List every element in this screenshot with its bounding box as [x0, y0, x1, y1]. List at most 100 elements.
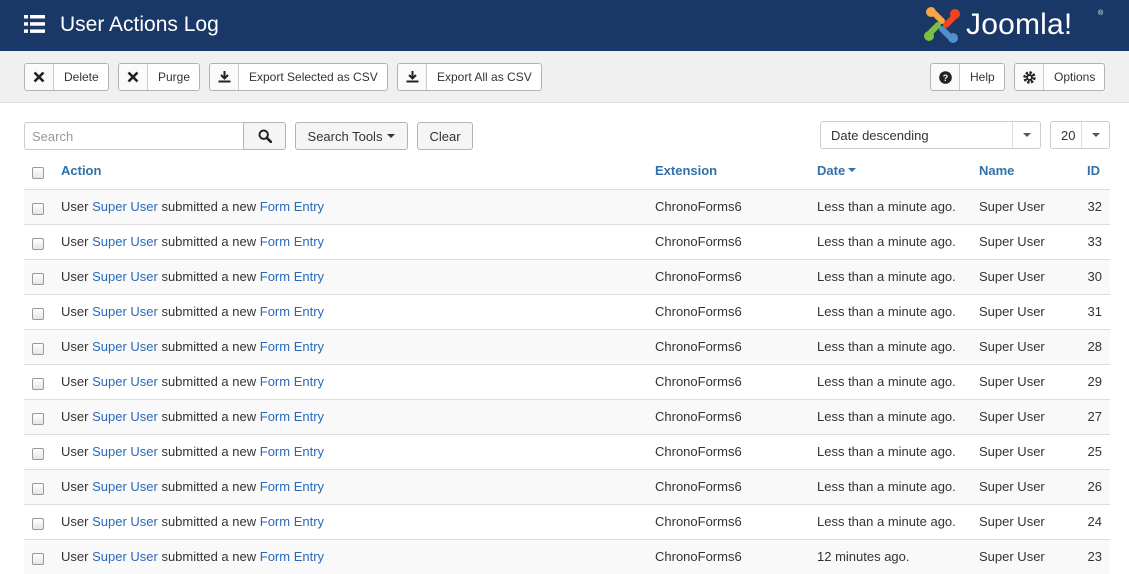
action-prefix: User: [61, 514, 89, 529]
id-cell: 30: [1087, 269, 1102, 284]
id-cell: 26: [1087, 479, 1102, 494]
id-cell: 27: [1087, 409, 1102, 424]
action-verb: submitted a new: [161, 444, 257, 459]
user-link[interactable]: Super User: [92, 199, 158, 214]
id-cell: 23: [1087, 549, 1102, 564]
date-cell: Less than a minute ago.: [817, 444, 956, 459]
action-cell: User Super User submitted a new Form Ent…: [61, 190, 324, 225]
column-header-date-label: Date: [817, 163, 846, 178]
row-checkbox[interactable]: [32, 413, 44, 425]
action-verb: submitted a new: [161, 269, 257, 284]
header-bar: User Actions Log Joomla! ®: [0, 0, 1129, 51]
row-checkbox[interactable]: [32, 518, 44, 530]
ordering-select[interactable]: Date descending: [820, 121, 1041, 149]
options-button[interactable]: Options: [1014, 63, 1106, 91]
export-all-csv-button[interactable]: Export All as CSV: [397, 63, 542, 91]
table-header: Action Extension Date Name ID: [24, 153, 1110, 189]
svg-text:?: ?: [942, 73, 948, 83]
row-checkbox[interactable]: [32, 308, 44, 320]
user-link[interactable]: Super User: [92, 409, 158, 424]
sort-desc-icon: [848, 167, 857, 172]
check-all-checkbox[interactable]: [32, 167, 44, 179]
extension-cell: ChronoForms6: [655, 269, 742, 284]
action-verb: submitted a new: [161, 304, 257, 319]
item-link[interactable]: Form Entry: [260, 374, 324, 389]
row-checkbox[interactable]: [32, 553, 44, 565]
row-checkbox[interactable]: [32, 273, 44, 285]
item-link[interactable]: Form Entry: [260, 269, 324, 284]
item-link[interactable]: Form Entry: [260, 514, 324, 529]
action-logs-table: Action Extension Date Name ID User Super…: [24, 153, 1110, 574]
column-header-date[interactable]: Date: [817, 153, 857, 189]
id-cell: 28: [1087, 339, 1102, 354]
row-checkbox[interactable]: [32, 238, 44, 250]
extension-cell: ChronoForms6: [655, 409, 742, 424]
search-input[interactable]: [24, 122, 244, 150]
purge-button[interactable]: Purge: [118, 63, 201, 91]
id-cell: 25: [1087, 444, 1102, 459]
help-button[interactable]: ? Help: [930, 63, 1005, 91]
row-checkbox[interactable]: [32, 343, 44, 355]
column-header-action[interactable]: Action: [61, 153, 101, 189]
row-checkbox[interactable]: [32, 448, 44, 460]
extension-cell: ChronoForms6: [655, 514, 742, 529]
user-link[interactable]: Super User: [92, 549, 158, 564]
id-cell: 24: [1087, 514, 1102, 529]
user-link[interactable]: Super User: [92, 374, 158, 389]
item-link[interactable]: Form Entry: [260, 199, 324, 214]
date-cell: Less than a minute ago.: [817, 514, 956, 529]
export-selected-csv-button[interactable]: Export Selected as CSV: [209, 63, 388, 91]
joomla-logo[interactable]: Joomla! ®: [922, 5, 1108, 47]
clear-button[interactable]: Clear: [417, 122, 473, 150]
name-cell: Super User: [979, 444, 1045, 459]
column-header-id[interactable]: ID: [1087, 153, 1100, 189]
close-icon: [25, 64, 54, 90]
action-prefix: User: [61, 234, 89, 249]
id-cell: 31: [1087, 304, 1102, 319]
action-verb: submitted a new: [161, 409, 257, 424]
list-limit-select[interactable]: 20: [1050, 121, 1110, 149]
action-cell: User Super User submitted a new Form Ent…: [61, 505, 324, 540]
list-menu-icon[interactable]: [24, 14, 45, 34]
toolbar: Delete Purge Export Selected as CSV Expo…: [0, 51, 1129, 103]
user-link[interactable]: Super User: [92, 304, 158, 319]
item-link[interactable]: Form Entry: [260, 444, 324, 459]
item-link[interactable]: Form Entry: [260, 234, 324, 249]
delete-button[interactable]: Delete: [24, 63, 109, 91]
column-header-extension[interactable]: Extension: [655, 153, 717, 189]
item-link[interactable]: Form Entry: [260, 339, 324, 354]
user-link[interactable]: Super User: [92, 479, 158, 494]
action-prefix: User: [61, 409, 89, 424]
table-body: User Super User submitted a new Form Ent…: [24, 189, 1110, 574]
item-link[interactable]: Form Entry: [260, 479, 324, 494]
item-link[interactable]: Form Entry: [260, 409, 324, 424]
table-row: User Super User submitted a new Form Ent…: [24, 294, 1110, 329]
date-cell: Less than a minute ago.: [817, 234, 956, 249]
item-link[interactable]: Form Entry: [260, 549, 324, 564]
gear-icon: [1015, 64, 1044, 90]
item-link[interactable]: Form Entry: [260, 304, 324, 319]
purge-button-label: Purge: [158, 70, 191, 84]
user-link[interactable]: Super User: [92, 514, 158, 529]
row-checkbox[interactable]: [32, 483, 44, 495]
user-link[interactable]: Super User: [92, 269, 158, 284]
joomla-mark-icon: [924, 7, 960, 43]
name-cell: Super User: [979, 514, 1045, 529]
name-cell: Super User: [979, 199, 1045, 214]
action-cell: User Super User submitted a new Form Ent…: [61, 225, 324, 260]
search-icon: [258, 129, 272, 143]
search-button[interactable]: [243, 122, 286, 150]
user-link[interactable]: Super User: [92, 444, 158, 459]
column-header-name[interactable]: Name: [979, 153, 1014, 189]
action-cell: User Super User submitted a new Form Ent…: [61, 540, 324, 574]
user-link[interactable]: Super User: [92, 234, 158, 249]
ordering-value: Date descending: [831, 128, 929, 143]
search-tools-button[interactable]: Search Tools: [295, 122, 408, 150]
date-cell: Less than a minute ago.: [817, 269, 956, 284]
user-link[interactable]: Super User: [92, 339, 158, 354]
row-checkbox[interactable]: [32, 203, 44, 215]
question-circle-icon: ?: [931, 64, 960, 90]
row-checkbox[interactable]: [32, 378, 44, 390]
caret-down-icon: [387, 134, 396, 138]
chevron-down-icon: [1012, 122, 1040, 148]
